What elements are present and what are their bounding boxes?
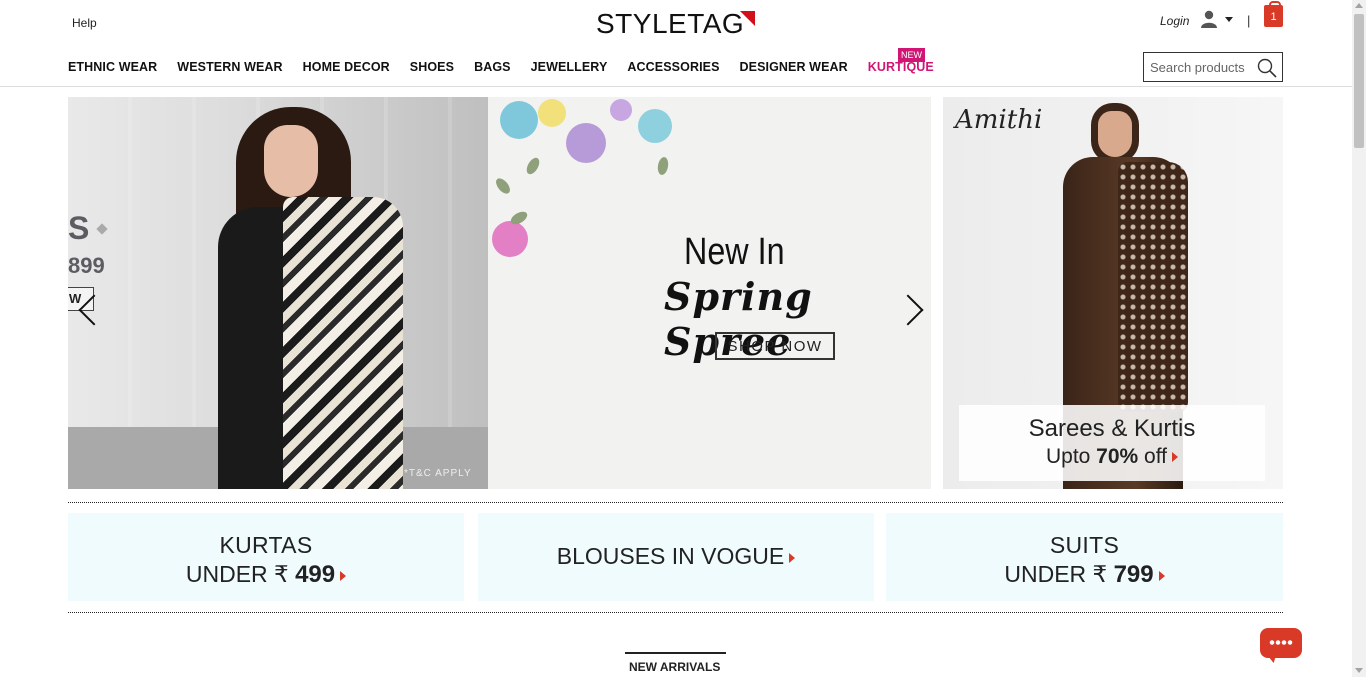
model-face [1098,111,1132,157]
offer-text: Upto 70% off [959,445,1265,469]
search-box [1143,52,1283,82]
flower-decoration [638,109,672,143]
tile-price-value: 799 [1113,561,1154,588]
nav-item-jewellery[interactable]: JEWELLERY [531,60,608,74]
offer-box: Sarees & Kurtis Upto 70% off [959,405,1265,481]
nav-item-shoes[interactable]: SHOES [410,60,454,74]
section-heading-new-arrivals: NEW ARRIVALS [629,660,721,674]
slide-peek-price: 899 [68,253,105,278]
hero-banner-spring-spree[interactable]: New In Spring Spree SHOP NOW [488,97,931,489]
scroll-down-icon[interactable] [1355,668,1363,673]
nav-item-designer-wear[interactable]: DESIGNER WEAR [740,60,848,74]
tile-title: KURTAS [219,532,313,558]
nav-item-home-decor[interactable]: HOME DECOR [303,60,390,74]
page: Help STYLETAG Login | 1 ETHNIC WEAR WEST… [0,0,1366,677]
flower-decoration [500,101,538,139]
nav-item-kurtique[interactable]: KURTIQUE [868,60,934,74]
hero-slide-left[interactable]: S 899 W *T&C APPLY [68,97,488,489]
chat-bubble-icon[interactable] [1260,628,1302,658]
chat-dots [1269,640,1293,645]
nav-item-bags[interactable]: BAGS [474,60,511,74]
chevron-down-icon[interactable] [1225,17,1233,22]
cart-count: 1 [1270,11,1277,23]
tile-blouses[interactable]: BLOUSES IN VOGUE [478,513,874,601]
login-link[interactable]: Login [1160,14,1189,28]
tile-kurtas[interactable]: KURTAS UNDER ₹ 499 [68,513,464,601]
section-divider [68,502,1283,503]
heading-underline [625,652,726,654]
scroll-thumb[interactable] [1354,14,1364,148]
leaf-decoration [524,155,542,177]
leaf-decoration [493,175,513,197]
brand-logo: Amithi [955,105,1043,135]
offer-value: 70% [1096,445,1139,468]
header-divider [0,86,1352,87]
tile-price-prefix: UNDER ₹ [185,561,296,587]
play-arrow-icon [1158,570,1165,581]
logo-mark-icon [740,11,755,26]
tile-title: BLOUSES IN VOGUE [478,543,874,570]
model-dupatta [283,197,403,489]
nav-item-accessories[interactable]: ACCESSORIES [627,60,719,74]
new-badge: NEW [898,48,925,62]
logo[interactable]: STYLETAG [596,8,744,40]
search-icon[interactable] [1257,58,1277,78]
main-nav: ETHNIC WEAR WESTERN WEAR HOME DECOR SHOE… [68,60,934,74]
tile-title: SUITS [1049,532,1120,558]
section-divider [68,612,1283,613]
leaf-decoration [656,156,670,176]
play-arrow-icon [789,552,796,563]
tile-title-text: BLOUSES IN VOGUE [556,543,785,569]
tile-suits[interactable]: SUITS UNDER ₹ 799 [886,513,1283,601]
terms-note: *T&C APPLY [404,468,472,479]
play-arrow-icon [1172,452,1179,463]
banner-heading: New In [684,231,785,273]
tile-price-value: 499 [295,561,336,588]
offer-title: Sarees & Kurtis [1028,415,1196,442]
hero-banner-sarees[interactable]: Amithi Sarees & Kurtis Upto 70% off [943,97,1283,489]
nav-item-western-wear[interactable]: WESTERN WEAR [177,60,282,74]
flower-decoration [538,99,566,127]
flower-decoration [566,123,606,163]
slide-peek-title: S [68,210,90,246]
flower-decoration [610,99,632,121]
scrollbar[interactable] [1352,0,1366,677]
flower-decoration [492,221,528,257]
model-face [264,125,318,197]
tile-price: UNDER ₹ 799 [886,561,1283,589]
shopping-bag-icon[interactable]: 1 [1264,1,1283,27]
nav-item-ethnic-wear[interactable]: ETHNIC WEAR [68,60,157,74]
saree-drape [1118,162,1188,412]
search-input[interactable] [1150,59,1260,75]
shop-now-button[interactable]: SHOP NOW [715,332,835,360]
header-separator: | [1247,13,1251,28]
offer-prefix: Upto [1045,445,1097,468]
tile-price: UNDER ₹ 499 [68,561,464,589]
play-arrow-icon [340,570,347,581]
scroll-up-icon[interactable] [1355,3,1363,8]
help-link[interactable]: Help [72,16,97,30]
offer-suffix: off [1138,445,1168,468]
tile-price-prefix: UNDER ₹ [1004,561,1114,587]
user-icon[interactable] [1200,10,1218,28]
